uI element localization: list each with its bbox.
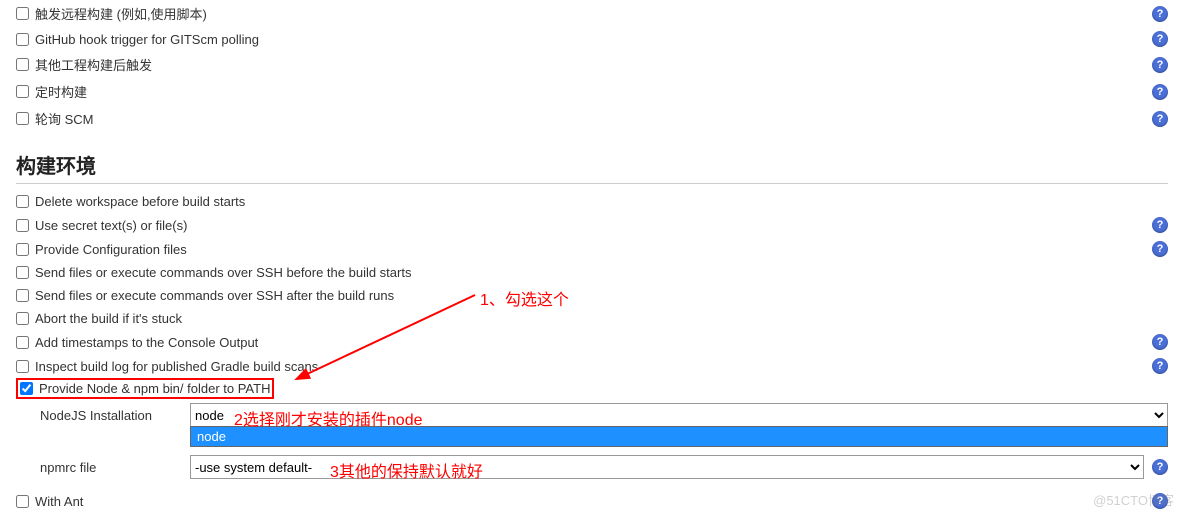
nodejs-option-item[interactable]: node (190, 426, 1168, 447)
trigger-row: 触发远程构建 (例如,使用脚本) ? (16, 0, 1168, 27)
provide-config-label: Provide Configuration files (35, 242, 1152, 257)
nodejs-install-label: NodeJS Installation (40, 408, 190, 423)
provide-node-checkbox[interactable] (20, 382, 33, 395)
github-hook-checkbox[interactable] (16, 33, 29, 46)
gradle-scan-checkbox[interactable] (16, 360, 29, 373)
env-row: With Ant ? (16, 489, 1168, 513)
poll-scm-label: 轮询 SCM (35, 109, 1152, 128)
help-icon[interactable]: ? (1152, 358, 1168, 374)
poll-scm-checkbox[interactable] (16, 112, 29, 125)
annotation-highlight-box: Provide Node & npm bin/ folder to PATH (16, 378, 274, 399)
provide-config-checkbox[interactable] (16, 243, 29, 256)
help-icon[interactable]: ? (1152, 31, 1168, 47)
use-secret-checkbox[interactable] (16, 219, 29, 232)
gradle-scan-label: Inspect build log for published Gradle b… (35, 359, 1152, 374)
npmrc-row: npmrc file -use system default- 3其他的保持默认… (40, 451, 1168, 483)
env-row: Add timestamps to the Console Output ? (16, 330, 1168, 354)
env-row: Abort the build if it's stuck (16, 307, 1168, 330)
with-ant-label: With Ant (35, 494, 1152, 509)
help-icon[interactable]: ? (1152, 241, 1168, 257)
help-icon[interactable]: ? (1152, 334, 1168, 350)
env-row: Inspect build log for published Gradle b… (16, 354, 1168, 378)
help-icon[interactable]: ? (1152, 217, 1168, 233)
trigger-row: 轮询 SCM ? (16, 105, 1168, 132)
remote-trigger-label: 触发远程构建 (例如,使用脚本) (35, 4, 1152, 23)
with-ant-checkbox[interactable] (16, 495, 29, 508)
build-env-title: 构建环境 (16, 150, 1168, 184)
ssh-before-checkbox[interactable] (16, 266, 29, 279)
help-icon[interactable]: ? (1152, 111, 1168, 127)
npmrc-label: npmrc file (40, 460, 190, 475)
help-icon[interactable]: ? (1152, 57, 1168, 73)
npmrc-select[interactable]: -use system default- (190, 455, 1144, 479)
env-row: Provide Configuration files ? (16, 237, 1168, 261)
github-hook-label: GitHub hook trigger for GITScm polling (35, 32, 1152, 47)
timestamps-checkbox[interactable] (16, 336, 29, 349)
nodejs-install-select[interactable]: node (190, 403, 1168, 427)
provide-node-label: Provide Node & npm bin/ folder to PATH (39, 381, 270, 396)
abort-stuck-checkbox[interactable] (16, 312, 29, 325)
watermark: @51CTO博客 (1093, 490, 1174, 509)
env-row-node: Provide Node & npm bin/ folder to PATH (16, 378, 1168, 399)
delete-workspace-checkbox[interactable] (16, 195, 29, 208)
trigger-row: 其他工程构建后触发 ? (16, 51, 1168, 78)
help-icon[interactable]: ? (1152, 6, 1168, 22)
env-row: Send files or execute commands over SSH … (16, 284, 1168, 307)
trigger-row: GitHub hook trigger for GITScm polling ? (16, 27, 1168, 51)
help-icon[interactable]: ? (1152, 84, 1168, 100)
remote-trigger-checkbox[interactable] (16, 7, 29, 20)
schedule-build-label: 定时构建 (35, 82, 1152, 101)
delete-workspace-label: Delete workspace before build starts (35, 194, 1168, 209)
env-row: Use secret text(s) or file(s) ? (16, 213, 1168, 237)
abort-stuck-label: Abort the build if it's stuck (35, 311, 1168, 326)
ssh-after-label: Send files or execute commands over SSH … (35, 288, 1168, 303)
after-other-build-label: 其他工程构建后触发 (35, 55, 1152, 74)
timestamps-label: Add timestamps to the Console Output (35, 335, 1152, 350)
schedule-build-checkbox[interactable] (16, 85, 29, 98)
env-row: Delete workspace before build starts (16, 190, 1168, 213)
help-icon[interactable]: ? (1152, 459, 1168, 475)
env-row: Send files or execute commands over SSH … (16, 261, 1168, 284)
trigger-row: 定时构建 ? (16, 78, 1168, 105)
ssh-after-checkbox[interactable] (16, 289, 29, 302)
nodejs-install-row: NodeJS Installation node node 2选择刚才安装的插件… (40, 399, 1168, 431)
after-other-build-checkbox[interactable] (16, 58, 29, 71)
ssh-before-label: Send files or execute commands over SSH … (35, 265, 1168, 280)
use-secret-label: Use secret text(s) or file(s) (35, 218, 1152, 233)
